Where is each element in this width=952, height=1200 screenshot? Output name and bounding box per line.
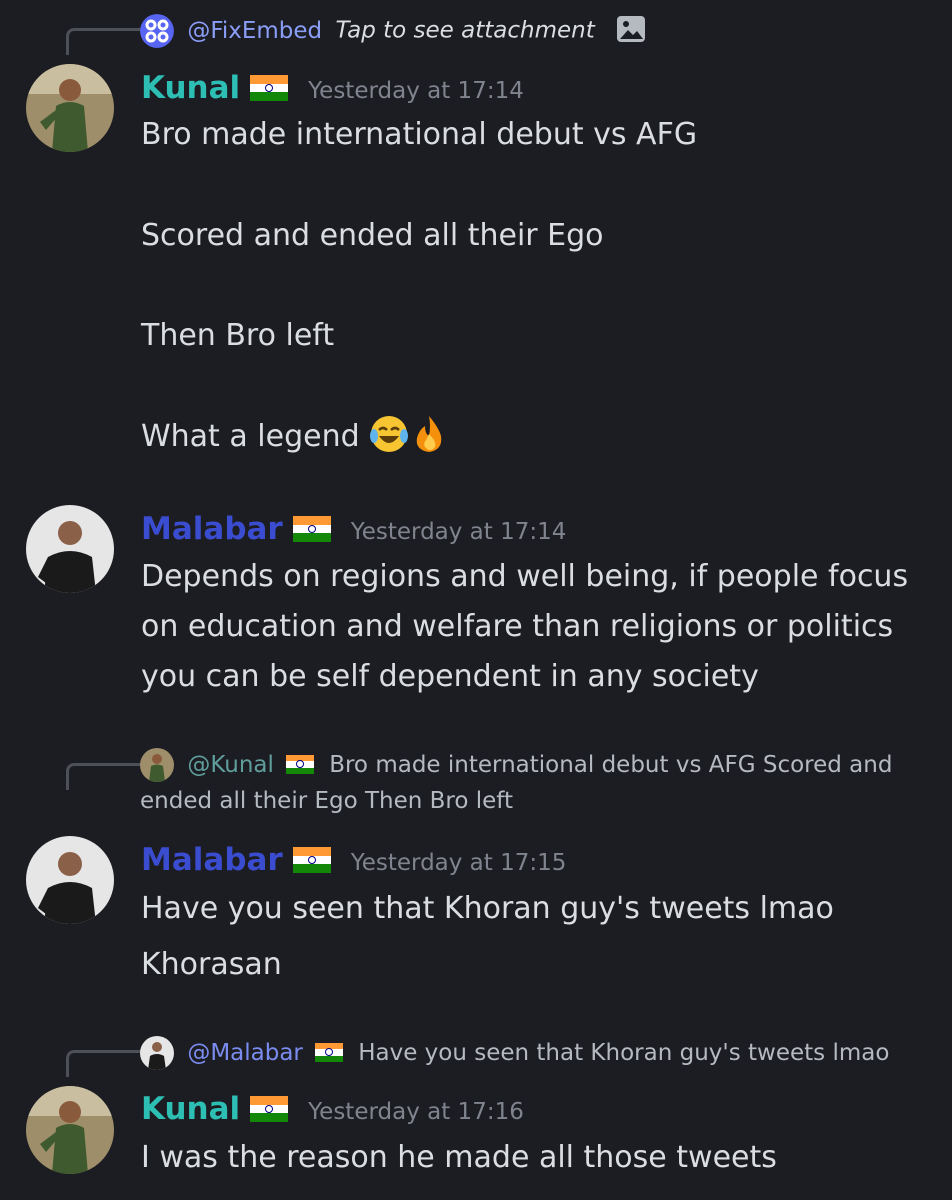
reply-avatar	[140, 1036, 174, 1070]
timestamp: Yesterday at 17:16	[308, 1099, 524, 1125]
reply-text: Tap to see attachment	[335, 17, 595, 44]
india-flag-icon	[250, 1096, 289, 1122]
reply-spine	[66, 28, 141, 55]
fixembed-icon	[140, 14, 174, 48]
message-line-with-emoji: What a legend	[141, 412, 449, 462]
reply-preview[interactable]: @Kunal Bro made international debut vs A…	[140, 748, 892, 782]
reply-spine	[66, 763, 141, 790]
author-name[interactable]: Malabar	[141, 511, 283, 547]
message-line: Have you seen that Khoran guy's tweets l…	[141, 891, 834, 926]
message-line: Scored and ended all their Ego	[141, 218, 604, 253]
timestamp: Yesterday at 17:15	[350, 850, 567, 876]
message-line: Then Bro left	[141, 318, 335, 353]
laughing-crying-emoji-icon	[369, 414, 409, 454]
reply-avatar	[140, 748, 174, 782]
author-name[interactable]: Kunal	[141, 70, 240, 106]
fire-emoji-icon	[409, 414, 449, 454]
message-line: you can be self dependent in any society	[141, 659, 759, 694]
reply-author[interactable]: @Malabar	[187, 1040, 303, 1066]
timestamp: Yesterday at 17:14	[350, 519, 567, 545]
timestamp: Yesterday at 17:14	[308, 78, 524, 104]
avatar-malabar[interactable]	[26, 836, 114, 924]
message-line: on education and welfare than religions …	[141, 609, 894, 644]
username-kunal[interactable]: Kunal Yesterday at 17:14	[141, 70, 524, 106]
username-kunal[interactable]: Kunal Yesterday at 17:16	[141, 1091, 524, 1127]
message-line: Khorasan	[141, 947, 282, 982]
reply-author[interactable]: @Kunal	[187, 752, 274, 778]
avatar-kunal[interactable]	[26, 64, 114, 152]
username-malabar[interactable]: Malabar Yesterday at 17:15	[141, 842, 566, 878]
reply-author[interactable]: @FixEmbed	[187, 18, 322, 44]
reply-preview[interactable]: @FixEmbed Tap to see attachment	[140, 14, 646, 51]
message-line: Depends on regions and well being, if pe…	[141, 559, 909, 594]
india-flag-icon	[292, 516, 331, 542]
reply-text-continued: ended all their Ego Then Bro left	[140, 788, 514, 814]
message-line: I was the reason he made all those tweet…	[141, 1140, 777, 1175]
avatar-malabar[interactable]	[26, 505, 114, 593]
reply-preview[interactable]: @Malabar Have you seen that Khoran guy's…	[140, 1036, 889, 1070]
india-flag-icon	[285, 754, 314, 775]
message-text: What a legend	[141, 419, 360, 454]
reply-spine	[66, 1050, 141, 1077]
india-flag-icon	[250, 75, 289, 101]
message-line: Bro made international debut vs AFG	[141, 117, 698, 152]
image-icon	[616, 15, 646, 51]
reply-text: Bro made international debut vs AFG Scor…	[329, 751, 893, 778]
author-name[interactable]: Malabar	[141, 842, 283, 878]
india-flag-icon	[292, 847, 331, 873]
author-name[interactable]: Kunal	[141, 1091, 240, 1127]
username-malabar[interactable]: Malabar Yesterday at 17:14	[141, 511, 566, 547]
avatar-kunal[interactable]	[26, 1086, 114, 1174]
india-flag-icon	[314, 1042, 343, 1063]
reply-text: Have you seen that Khoran guy's tweets l…	[358, 1039, 890, 1066]
